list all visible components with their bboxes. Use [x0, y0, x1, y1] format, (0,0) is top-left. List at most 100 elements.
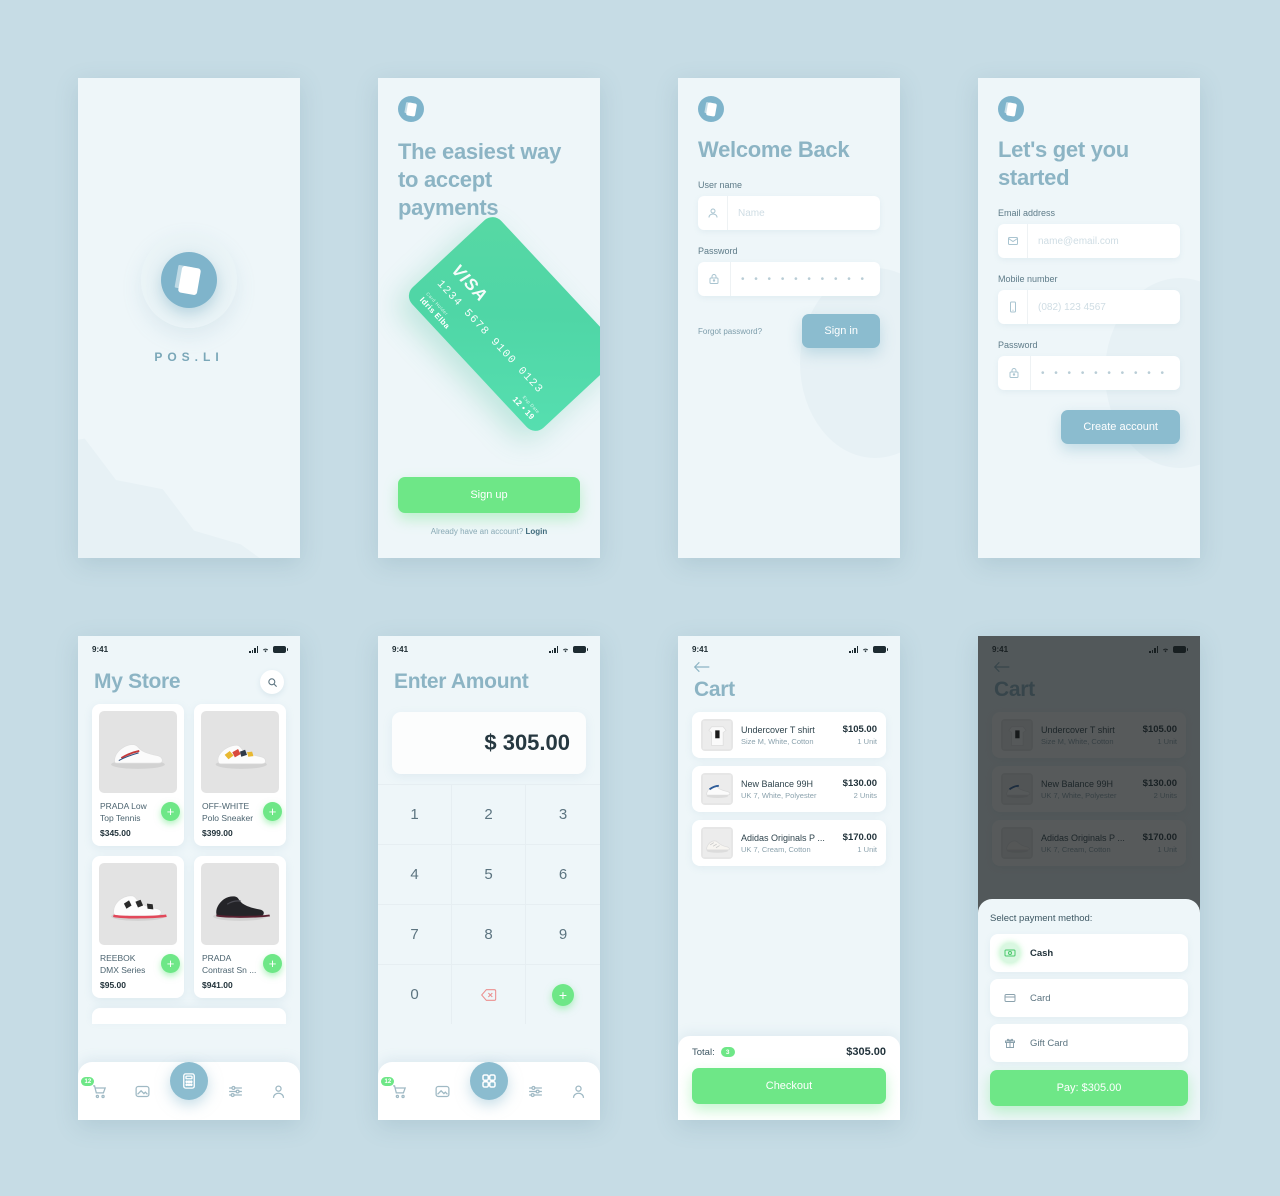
tab-settings[interactable]	[221, 1076, 251, 1106]
signin-button[interactable]: Sign in	[802, 314, 880, 348]
username-field[interactable]	[698, 196, 880, 230]
screen-splash: POS.LI	[78, 78, 300, 558]
screen-onboarding: The easiest way to accept payments VISA …	[378, 78, 600, 558]
product-grid: PRADA Low Top Tennis $345.00 + OFF-WHITE…	[78, 704, 300, 998]
key-0[interactable]: 0	[378, 964, 452, 1024]
bottom-tabbar: 12	[78, 1062, 300, 1120]
mobile-input[interactable]	[1028, 290, 1180, 324]
backspace-icon	[480, 988, 496, 1001]
search-button[interactable]	[260, 670, 284, 694]
wifi-icon	[562, 648, 569, 652]
screen-store: 9:41 My Store PRADA Low Top Tennis $345.…	[78, 636, 300, 1120]
key-5[interactable]: 5	[452, 844, 526, 904]
item-desc: UK 7, White, Polyester	[741, 790, 817, 800]
wifi-icon	[862, 648, 869, 652]
tab-calculator[interactable]	[169, 1062, 208, 1100]
tab-cart[interactable]: 12	[381, 1076, 414, 1106]
product-image	[201, 863, 279, 945]
product-image	[99, 863, 177, 945]
password-field[interactable]: • • • • • • • • • •	[998, 356, 1180, 390]
key-9[interactable]: 9	[526, 904, 600, 964]
item-units: 2 Units	[853, 791, 877, 800]
email-field[interactable]	[998, 224, 1180, 258]
tab-gallery[interactable]	[127, 1076, 157, 1106]
checkout-button[interactable]: Checkout	[692, 1068, 886, 1104]
key-7[interactable]: 7	[378, 904, 452, 964]
wordmark: POS.LI	[154, 350, 224, 364]
total-amount: $305.00	[846, 1046, 886, 1058]
mail-icon	[998, 224, 1028, 258]
image-icon	[435, 1085, 450, 1097]
backspace-button[interactable]	[452, 964, 526, 1024]
total-count-badge: 3	[720, 1047, 735, 1057]
item-units: 1 Unit	[857, 845, 877, 854]
password-field[interactable]: • • • • • • • • • •	[698, 262, 880, 296]
payment-option-label: Cash	[1030, 947, 1054, 959]
user-icon	[572, 1084, 585, 1098]
key-1[interactable]: 1	[378, 784, 452, 844]
signin-title: Welcome Back	[698, 137, 850, 162]
signup-button[interactable]: Sign up	[398, 477, 580, 513]
item-price: $130.00	[842, 778, 877, 789]
product-card[interactable]: PRADA Low Top Tennis $345.00 +	[92, 704, 184, 846]
cart-row[interactable]: Adidas Originals P ... UK 7, Cream, Cott…	[692, 820, 886, 866]
password-label: Password	[698, 246, 738, 256]
lock-icon	[698, 262, 731, 296]
tab-keypad[interactable]	[469, 1062, 508, 1100]
payment-option-label: Gift Card	[1030, 1037, 1069, 1049]
product-name: PRADA Low Top Tennis	[100, 801, 147, 823]
screen-payment: 9:41 Cart Undercover T shirt Size M, Whi…	[978, 636, 1200, 1120]
login-link[interactable]: Login	[525, 527, 547, 536]
payment-option-label: Card	[1030, 992, 1051, 1004]
status-time: 9:41	[392, 645, 409, 654]
payment-option-cash[interactable]: Cash	[990, 934, 1188, 972]
login-hint: Already have an account? Login	[398, 527, 580, 536]
tab-settings[interactable]	[521, 1076, 551, 1106]
payment-option-gift-card[interactable]: Gift Card	[990, 1024, 1188, 1062]
tab-cart[interactable]: 12	[81, 1076, 114, 1106]
cart-row[interactable]: New Balance 99H UK 7, White, Polyester $…	[692, 766, 886, 812]
key-2[interactable]: 2	[452, 784, 526, 844]
mobile-field[interactable]	[998, 290, 1180, 324]
visa-card: VISA 1234 5678 9100 0123 Card Holder Idr…	[403, 212, 600, 436]
product-card[interactable]: OFF-WHITE Polo Sneaker $399.00 +	[194, 704, 286, 846]
pay-button[interactable]: Pay: $305.00	[990, 1070, 1188, 1106]
key-3[interactable]: 3	[526, 784, 600, 844]
username-input[interactable]	[728, 196, 880, 230]
tab-gallery[interactable]	[427, 1076, 457, 1106]
lock-icon	[998, 356, 1031, 390]
forgot-password-link[interactable]: Forgot password?	[698, 327, 762, 336]
cart-row[interactable]: Undercover T shirt Size M, White, Cotton…	[692, 712, 886, 758]
product-image	[201, 711, 279, 793]
page-title: Enter Amount	[394, 670, 529, 693]
tab-profile[interactable]	[564, 1076, 594, 1106]
screen-amount: 9:41 Enter Amount $ 305.00 1 2 3 4 5 6 7…	[378, 636, 600, 1120]
next-row-peek	[92, 1008, 286, 1024]
email-input[interactable]	[1028, 224, 1180, 258]
signal-icon	[849, 646, 858, 653]
card-number: 1234 5678 9100 0123	[433, 278, 546, 397]
payment-option-card[interactable]: Card	[990, 979, 1188, 1017]
password-value: • • • • • • • • • •	[741, 273, 868, 285]
create-account-button[interactable]: Create account	[1061, 410, 1180, 444]
key-6[interactable]: 6	[526, 844, 600, 904]
confirm-amount-button[interactable]: +	[526, 964, 600, 1024]
tab-profile[interactable]	[264, 1076, 294, 1106]
back-button[interactable]	[678, 656, 726, 678]
key-8[interactable]: 8	[452, 904, 526, 964]
add-to-cart-button[interactable]: +	[161, 954, 180, 973]
key-4[interactable]: 4	[378, 844, 452, 904]
page-title: My Store	[94, 670, 181, 693]
cart-icon	[393, 1084, 406, 1098]
cart-badge: 12	[81, 1077, 95, 1086]
product-price: $941.00	[202, 980, 233, 990]
bottom-tabbar: 12	[378, 1062, 600, 1120]
add-to-cart-button[interactable]: +	[263, 954, 282, 973]
status-bar: 9:41	[78, 636, 300, 656]
app-logo-icon	[161, 252, 217, 308]
product-card[interactable]: PRADA Contrast Sn ... $941.00 +	[194, 856, 286, 998]
product-card[interactable]: REEBOK DMX Series 1200 $95.00 +	[92, 856, 184, 998]
add-to-cart-button[interactable]: +	[263, 802, 282, 821]
user-icon	[698, 196, 728, 230]
add-to-cart-button[interactable]: +	[161, 802, 180, 821]
